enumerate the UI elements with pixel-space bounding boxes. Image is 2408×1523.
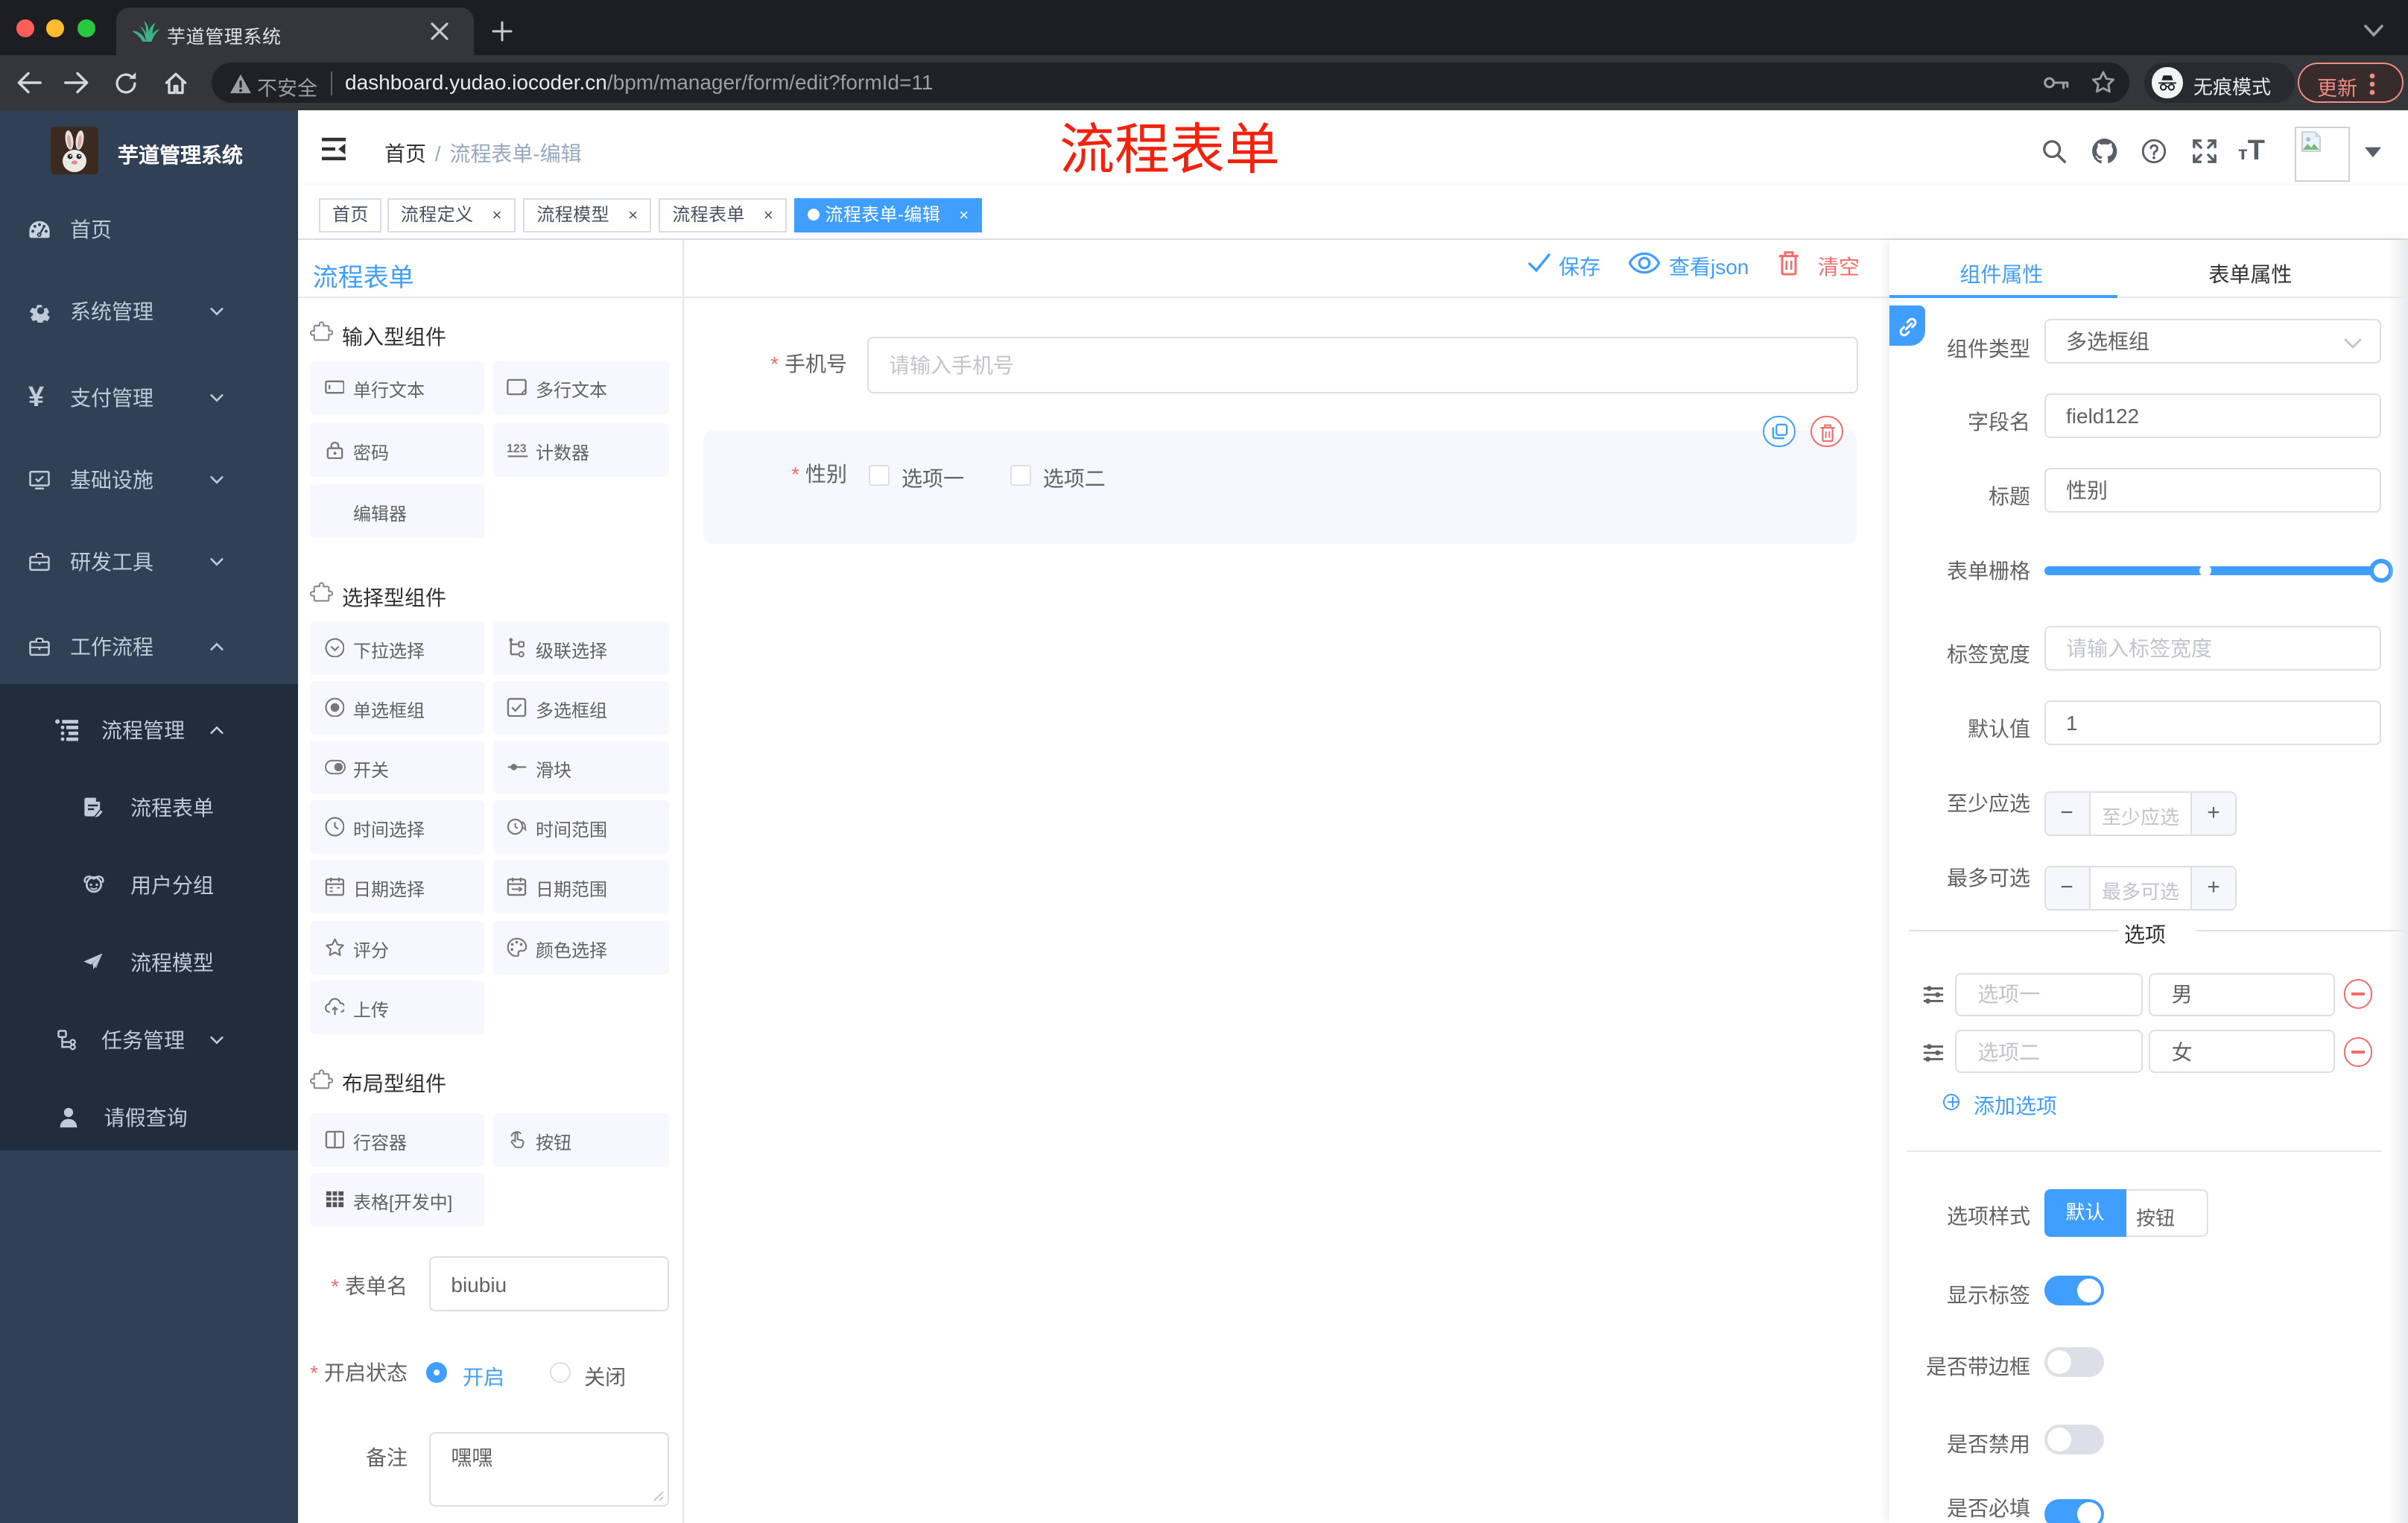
svg-text:123: 123 [507, 442, 527, 455]
